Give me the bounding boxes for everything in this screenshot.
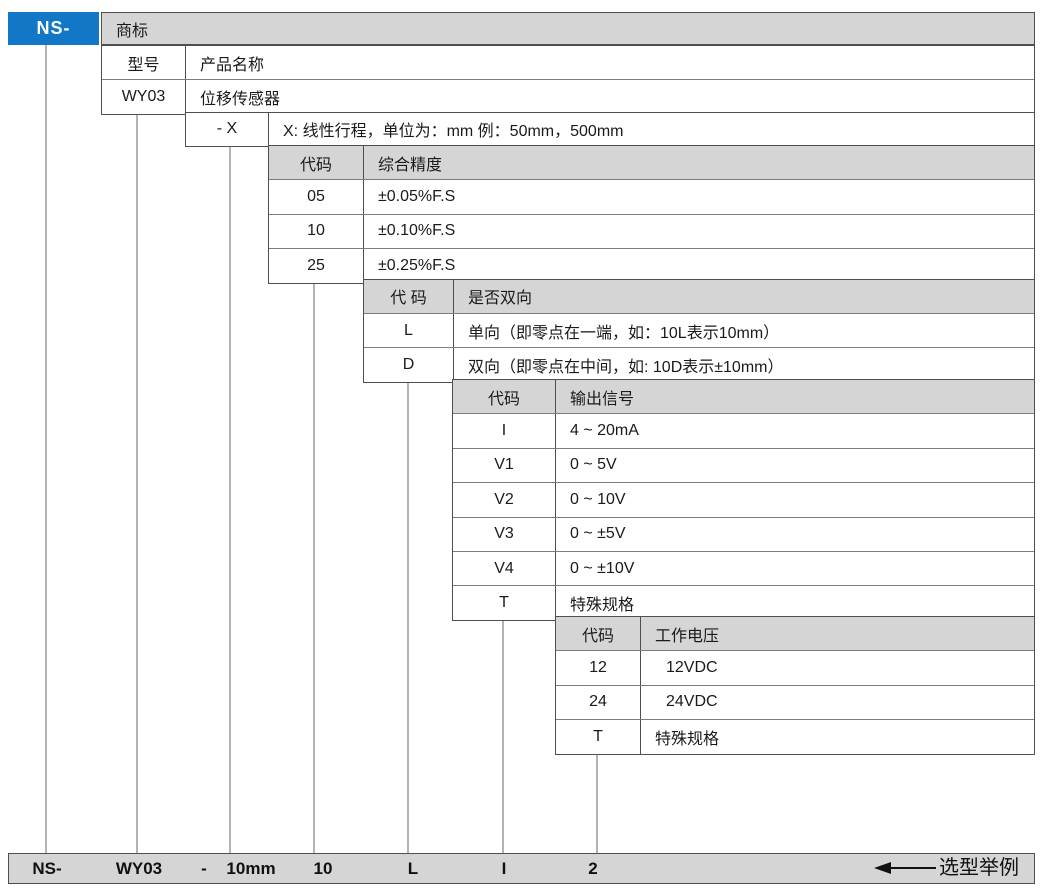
output-row-value: 4 ~ 20mA (556, 414, 1034, 447)
accuracy-row: 05 ±0.05%F.S (269, 179, 1034, 213)
output-row-code: I (453, 414, 556, 447)
accuracy-row-code: 05 (269, 180, 364, 213)
output-row-code: T (453, 586, 556, 619)
trademark-label: 商标 (116, 17, 148, 41)
direction-header-row: 代 码 是否双向 (364, 280, 1034, 313)
accuracy-table: 代码 综合精度 05 ±0.05%F.S 10 ±0.10%F.S 25 ±0.… (268, 145, 1035, 284)
voltage-header-row: 代码 工作电压 (556, 617, 1034, 650)
connector-line-accuracy (313, 277, 315, 853)
example-item-direction: L (393, 854, 433, 883)
output-row-value: 0 ~ ±10V (556, 552, 1034, 585)
direction-row-code: D (364, 348, 454, 381)
direction-title-header: 是否双向 (454, 280, 1034, 313)
output-code-header: 代码 (453, 380, 556, 413)
voltage-row-value: 特殊规格 (641, 720, 1034, 753)
example-item-brand: NS- (17, 854, 77, 883)
example-item-dash: - (196, 854, 212, 883)
voltage-row: 12 12VDC (556, 650, 1034, 684)
direction-table: 代 码 是否双向 L 单向（即零点在一端，如：10L表示10mm） D 双向（即… (363, 279, 1035, 383)
voltage-row-code: 12 (556, 651, 641, 684)
direction-code-header: 代 码 (364, 280, 454, 313)
output-title-header: 输出信号 (556, 380, 1034, 413)
model-selection-guide: NS- 商标 型号 产品名称 WY03 位移传感器 - X X: 线性行程，单位… (0, 0, 1045, 894)
voltage-row-code: T (556, 720, 641, 753)
output-row: V3 0 ~ ±5V (453, 517, 1034, 551)
model-table-header-row: 型号 产品名称 (102, 46, 1034, 79)
direction-row-value: 单向（即零点在一端，如：10L表示10mm） (454, 314, 1034, 347)
output-row-code: V3 (453, 518, 556, 551)
output-row-value: 特殊规格 (556, 586, 1034, 619)
direction-row: D 双向（即零点在中间，如: 10D表示±10mm） (364, 347, 1034, 381)
output-row: V4 0 ~ ±10V (453, 551, 1034, 585)
stroke-code: - X (186, 113, 269, 146)
stroke-row: - X X: 线性行程，单位为：mm 例：50mm，500mm (186, 113, 1034, 146)
direction-row-code: L (364, 314, 454, 347)
arrow-shaft (887, 867, 936, 869)
connector-line-output (502, 612, 504, 853)
accuracy-row-code: 10 (269, 215, 364, 248)
stroke-table: - X X: 线性行程，单位为：mm 例：50mm，500mm (185, 112, 1035, 147)
connector-line-voltage (596, 749, 598, 853)
example-bar: NS- WY03 - 10mm 10 L I 2 选型举例 (8, 853, 1035, 884)
example-caption: 选型举例 (939, 854, 1019, 883)
accuracy-row-code: 25 (269, 249, 364, 282)
model-code-header: 型号 (102, 46, 186, 79)
output-row-value: 0 ~ 10V (556, 483, 1034, 516)
output-row-code: V1 (453, 449, 556, 482)
output-header-row: 代码 输出信号 (453, 380, 1034, 413)
output-row-value: 0 ~ ±5V (556, 518, 1034, 551)
output-row: V1 0 ~ 5V (453, 448, 1034, 482)
accuracy-title-header: 综合精度 (364, 146, 1034, 179)
example-item-model: WY03 (109, 854, 169, 883)
voltage-row-code: 24 (556, 686, 641, 719)
trademark-header: 商标 (101, 12, 1035, 45)
direction-row-value: 双向（即零点在中间，如: 10D表示±10mm） (454, 348, 1034, 381)
output-row-code: V2 (453, 483, 556, 516)
voltage-row-value: 12VDC (641, 651, 1034, 684)
connector-line-stroke (229, 144, 231, 853)
product-name-header: 产品名称 (186, 46, 1034, 79)
output-row: V2 0 ~ 10V (453, 482, 1034, 516)
output-row-code: V4 (453, 552, 556, 585)
model-table-row: WY03 位移传感器 (102, 79, 1034, 113)
output-row: T 特殊规格 (453, 585, 1034, 619)
example-item-output: I (484, 854, 524, 883)
voltage-row: 24 24VDC (556, 685, 1034, 719)
direction-row: L 单向（即零点在一端，如：10L表示10mm） (364, 313, 1034, 347)
model-code-value: WY03 (102, 80, 186, 113)
model-table: 型号 产品名称 WY03 位移传感器 (101, 45, 1035, 115)
example-item-stroke: 10mm (221, 854, 281, 883)
voltage-table: 代码 工作电压 12 12VDC 24 24VDC T 特殊规格 (555, 616, 1035, 755)
product-name-value: 位移传感器 (186, 80, 1034, 113)
accuracy-row: 10 ±0.10%F.S (269, 214, 1034, 248)
voltage-row: T 特殊规格 (556, 719, 1034, 753)
accuracy-row: 25 ±0.25%F.S (269, 248, 1034, 282)
voltage-code-header: 代码 (556, 617, 641, 650)
brand-prefix-box: NS- (8, 12, 99, 45)
accuracy-code-header: 代码 (269, 146, 364, 179)
accuracy-header-row: 代码 综合精度 (269, 146, 1034, 179)
voltage-title-header: 工作电压 (641, 617, 1034, 650)
output-table: 代码 输出信号 I 4 ~ 20mA V1 0 ~ 5V V2 0 ~ 10V … (452, 379, 1035, 621)
accuracy-row-value: ±0.05%F.S (364, 180, 1034, 213)
accuracy-row-value: ±0.10%F.S (364, 215, 1034, 248)
stroke-desc: X: 线性行程，单位为：mm 例：50mm，500mm (269, 113, 1034, 146)
connector-line-model (136, 111, 138, 853)
output-row: I 4 ~ 20mA (453, 413, 1034, 447)
connector-line-direction (407, 378, 409, 853)
connector-line-brand (45, 44, 47, 853)
output-row-value: 0 ~ 5V (556, 449, 1034, 482)
example-item-voltage: 2 (573, 854, 613, 883)
example-item-accuracy: 10 (303, 854, 343, 883)
voltage-row-value: 24VDC (641, 686, 1034, 719)
